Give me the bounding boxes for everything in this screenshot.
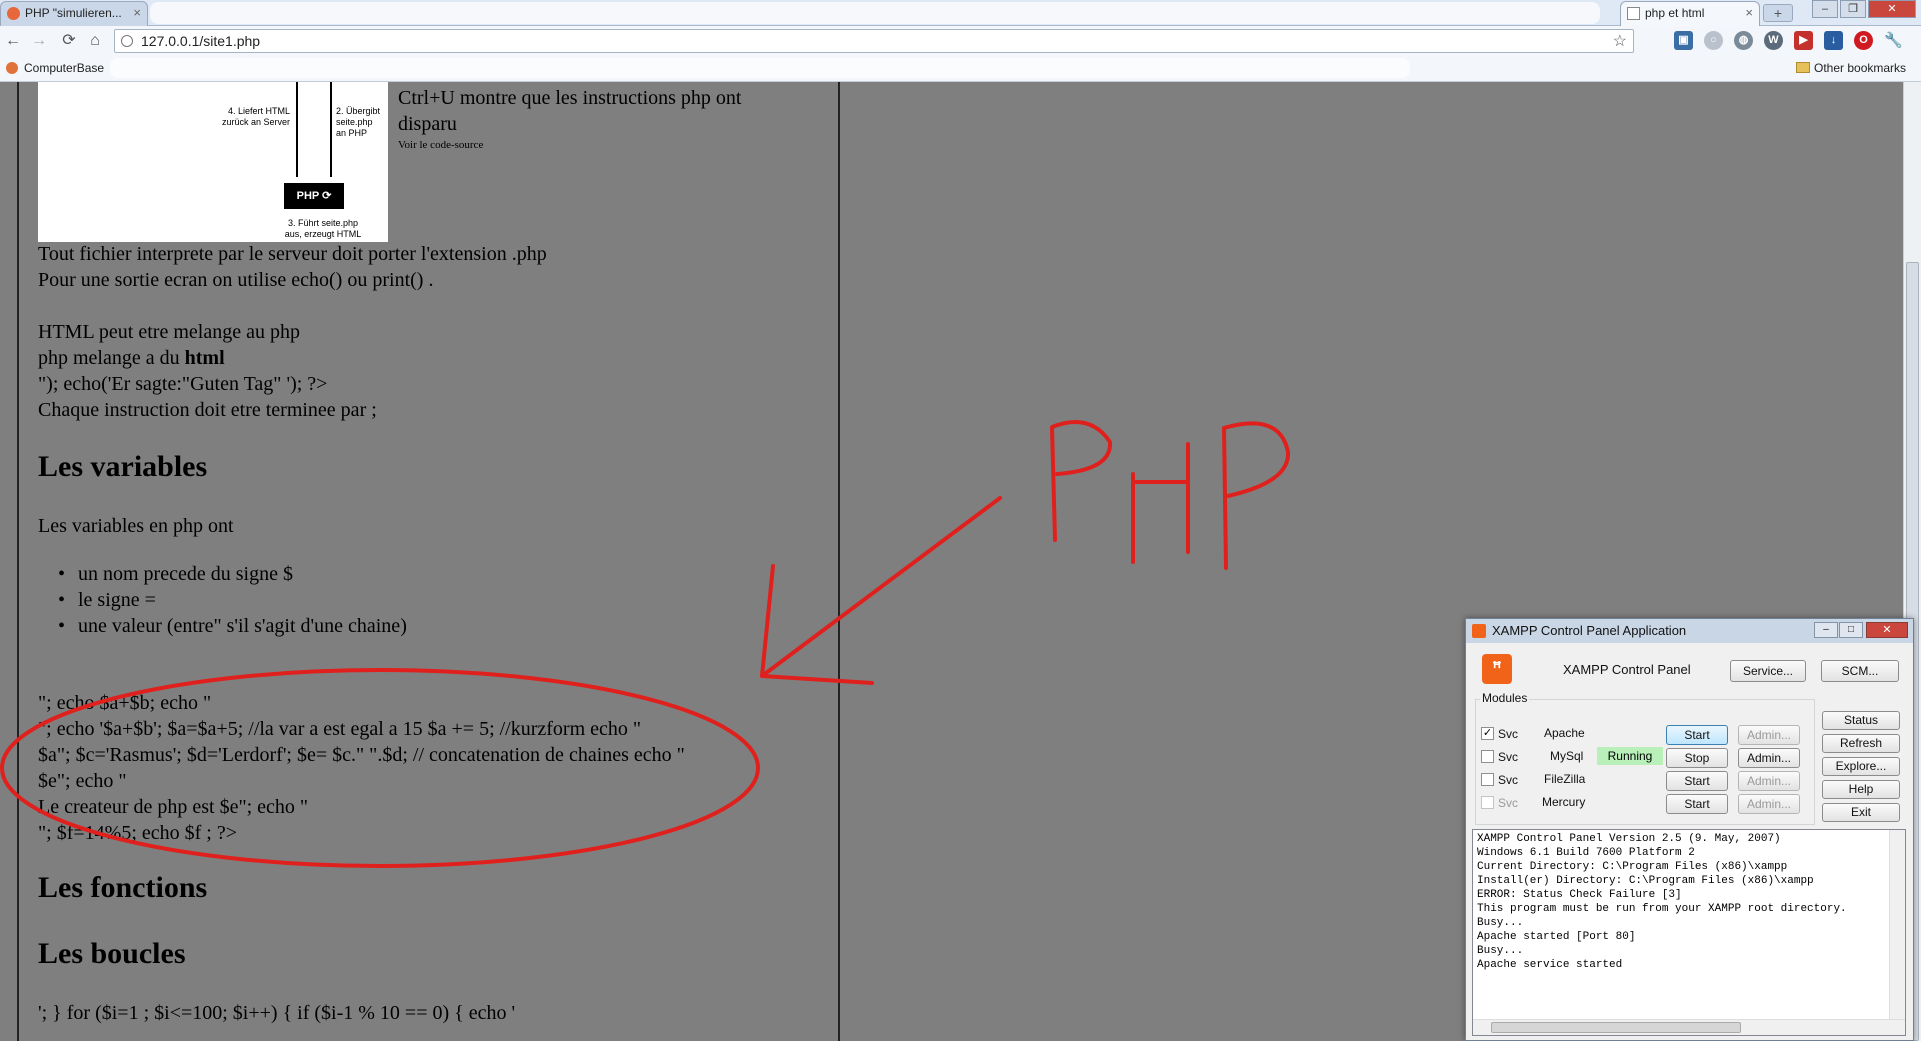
bookmarks-bar: ComputerBase Other bookmarks xyxy=(0,56,1921,82)
svc-label: Svc xyxy=(1498,773,1519,787)
bookmark-label: ComputerBase xyxy=(24,61,105,75)
filezilla-svc-checkbox[interactable] xyxy=(1481,773,1494,786)
log-line: Install(er) Directory: C:\Program Files … xyxy=(1477,875,1814,887)
xampp-titlebar: XAMPP Control Panel Application – □ ✕ xyxy=(1466,619,1913,643)
mysql-stop-button[interactable]: Stop xyxy=(1666,748,1728,768)
forward-icon[interactable]: → xyxy=(28,30,50,52)
log-line: ERROR: Status Check Failure [3] xyxy=(1477,889,1682,901)
svc-label: Svc xyxy=(1498,750,1519,764)
module-name-apache: Apache xyxy=(1544,726,1585,740)
log-line: Busy... xyxy=(1477,917,1524,929)
apache-admin-button[interactable]: Admin... xyxy=(1738,725,1800,745)
mysql-admin-button[interactable]: Admin... xyxy=(1738,748,1800,768)
service-button[interactable]: Service... xyxy=(1730,660,1806,682)
blurred-bookmarks xyxy=(110,58,1410,78)
other-bookmarks-label: Other bookmarks xyxy=(1814,61,1907,75)
log-line: XAMPP Control Panel Version 2.5 (9. May,… xyxy=(1477,833,1781,845)
log-line: Apache service started xyxy=(1477,959,1623,971)
opera-extension-icon[interactable]: O xyxy=(1854,31,1873,50)
module-name-filezilla: FileZilla xyxy=(1544,772,1586,786)
page-info-icon[interactable] xyxy=(121,35,133,47)
mercury-start-button[interactable]: Start xyxy=(1666,794,1728,814)
url-text: 127.0.0.1/site1.php xyxy=(141,33,261,49)
star-icon[interactable]: ☆ xyxy=(1613,31,1627,51)
calendar-extension-icon[interactable]: ▣ xyxy=(1674,31,1693,50)
minimize-window-button[interactable]: – xyxy=(1812,0,1838,18)
bookmark-computerbase[interactable]: ComputerBase xyxy=(6,61,104,75)
folder-icon xyxy=(1796,62,1810,73)
explore-button[interactable]: Explore... xyxy=(1822,757,1900,776)
log-vertical-scrollbar[interactable] xyxy=(1889,830,1905,1020)
filezilla-start-button[interactable]: Start xyxy=(1666,771,1728,791)
other-bookmarks[interactable]: Other bookmarks xyxy=(1796,61,1906,75)
modules-label: Modules xyxy=(1480,691,1530,705)
close-window-button[interactable]: ✕ xyxy=(1868,0,1916,18)
red-arrow-shaft xyxy=(760,496,1002,678)
filezilla-admin-button[interactable]: Admin... xyxy=(1738,771,1800,791)
apache-start-button[interactable]: Start xyxy=(1666,725,1728,745)
xampp-logo-icon: ꟸ xyxy=(1482,654,1512,684)
xampp-header: XAMPP Control Panel xyxy=(1563,662,1691,677)
xampp-title-icon xyxy=(1472,624,1486,638)
youtube-extension-icon[interactable]: ▶ xyxy=(1794,31,1813,50)
tab-php-et-html[interactable]: php et html × xyxy=(1620,1,1760,26)
annotation-letter-h xyxy=(1131,442,1190,564)
close-tab-icon[interactable]: × xyxy=(133,2,141,24)
exit-button[interactable]: Exit xyxy=(1822,803,1900,822)
log-line: Current Directory: C:\Program Files (x86… xyxy=(1477,861,1788,873)
mercury-admin-button[interactable]: Admin... xyxy=(1738,794,1800,814)
apache-svc-checkbox[interactable]: ✓ xyxy=(1481,727,1494,740)
mysql-status: Running xyxy=(1597,747,1663,765)
php-favicon-icon xyxy=(7,7,20,20)
close-tab-icon[interactable]: × xyxy=(1745,2,1753,24)
annotation-letter-p2 xyxy=(1222,421,1291,570)
log-line: This program must be run from your XAMPP… xyxy=(1477,903,1847,915)
address-bar[interactable]: 127.0.0.1/site1.php ☆ xyxy=(114,29,1634,53)
sync-extension-icon[interactable]: ○ xyxy=(1704,31,1723,50)
log-line: Windows 6.1 Build 7600 Platform 2 xyxy=(1477,847,1695,859)
bookmark-favicon-icon xyxy=(6,62,18,74)
help-button[interactable]: Help xyxy=(1822,780,1900,799)
download-extension-icon[interactable]: ↓ xyxy=(1824,31,1843,50)
xampp-log[interactable]: XAMPP Control Panel Version 2.5 (9. May,… xyxy=(1472,829,1906,1036)
mercury-svc-checkbox[interactable] xyxy=(1481,796,1494,809)
blurred-tabs xyxy=(150,2,1600,24)
globe-extension-icon[interactable]: ◍ xyxy=(1734,31,1753,50)
wordpress-extension-icon[interactable]: W xyxy=(1764,31,1783,50)
reload-icon[interactable]: ⟳ xyxy=(58,30,80,52)
page-favicon-icon xyxy=(1627,7,1640,20)
tab-php-simulieren[interactable]: PHP "simulieren... × xyxy=(0,1,148,26)
log-line: Busy... xyxy=(1477,945,1524,957)
status-button[interactable]: Status xyxy=(1822,711,1900,730)
xampp-maximize-button[interactable]: □ xyxy=(1839,622,1863,638)
xampp-window: XAMPP Control Panel Application – □ ✕ ꟸ … xyxy=(1465,618,1914,1041)
tab-strip: PHP "simulieren... × php et html × + – ❐… xyxy=(0,0,1921,26)
xampp-minimize-button[interactable]: – xyxy=(1814,622,1838,638)
mysql-svc-checkbox[interactable] xyxy=(1481,750,1494,763)
scm-button[interactable]: SCM... xyxy=(1821,660,1899,682)
xampp-close-button[interactable]: ✕ xyxy=(1866,622,1908,638)
home-icon[interactable]: ⌂ xyxy=(84,30,106,52)
annotation-letter-p1 xyxy=(1050,420,1113,542)
log-scroll-thumb[interactable] xyxy=(1491,1022,1741,1033)
refresh-button[interactable]: Refresh xyxy=(1822,734,1900,753)
module-name-mercury: Mercury xyxy=(1542,795,1586,809)
restore-window-button[interactable]: ❐ xyxy=(1840,0,1866,18)
wrench-icon[interactable]: 🔧 xyxy=(1884,31,1903,50)
back-icon[interactable]: ← xyxy=(2,30,24,52)
svc-label: Svc xyxy=(1498,727,1519,741)
red-circle xyxy=(0,668,760,868)
tab-label: PHP "simulieren... xyxy=(25,6,122,20)
tab-label: php et html xyxy=(1645,6,1705,20)
log-line: Apache started [Port 80] xyxy=(1477,931,1636,943)
log-horizontal-scrollbar[interactable] xyxy=(1473,1019,1905,1035)
svc-label: Svc xyxy=(1498,796,1519,810)
module-name-mysql: MySql xyxy=(1550,749,1584,763)
new-tab-button[interactable]: + xyxy=(1763,4,1793,22)
xampp-title: XAMPP Control Panel Application xyxy=(1492,623,1687,638)
